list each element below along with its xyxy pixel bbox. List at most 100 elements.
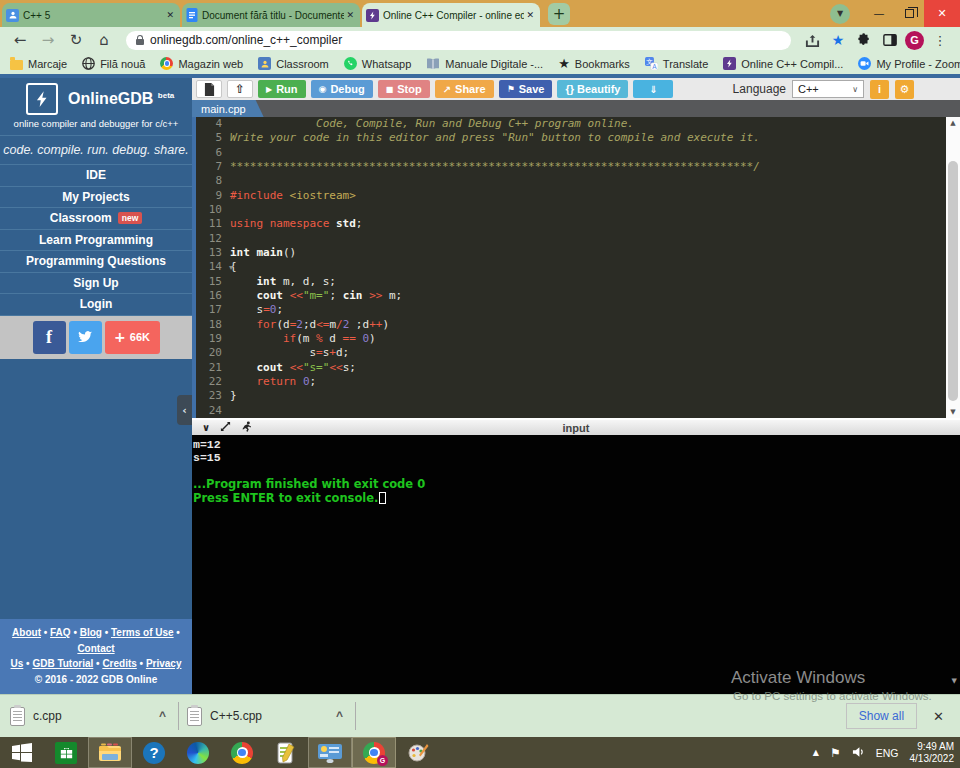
beautify-button[interactable]: {} Beautify bbox=[557, 80, 628, 98]
stop-button[interactable]: ■Stop bbox=[378, 80, 430, 98]
code-line: 13int main() bbox=[196, 246, 960, 260]
bookmark-item[interactable]: Marcaje bbox=[10, 58, 67, 70]
volume-icon[interactable] bbox=[852, 744, 865, 762]
footer-link[interactable]: Terms of Use bbox=[111, 627, 174, 638]
tab-close-icon[interactable]: ✕ bbox=[164, 10, 176, 20]
bookmark-item[interactable]: Whatsapp bbox=[344, 57, 412, 70]
download-item[interactable]: c.cpp ^ bbox=[10, 707, 170, 726]
upload-button[interactable]: ⇧ bbox=[227, 80, 253, 98]
close-button[interactable]: ✕ bbox=[924, 0, 960, 27]
profile-chevron-icon[interactable]: ▼ bbox=[830, 4, 850, 24]
help-icon[interactable]: ? bbox=[132, 737, 176, 768]
footer-link[interactable]: FAQ bbox=[50, 627, 71, 638]
footer-link[interactable]: About bbox=[12, 627, 41, 638]
footer-link[interactable]: Blog bbox=[80, 627, 102, 638]
console-scroll-down-icon[interactable]: ▼ bbox=[952, 675, 957, 688]
footer-link[interactable]: GDB Tutorial bbox=[32, 658, 93, 669]
bookmark-item[interactable]: My Profile - Zoom bbox=[858, 57, 960, 70]
sidebar-collapse-handle[interactable]: ‹ bbox=[177, 395, 192, 425]
notepadpp-icon[interactable] bbox=[264, 737, 308, 768]
language-select[interactable]: C++∨ bbox=[792, 80, 864, 98]
browser-tab[interactable]: Online C++ Compiler - online ed✕ bbox=[362, 3, 540, 27]
share-icon[interactable] bbox=[801, 29, 823, 51]
display-settings-icon[interactable] bbox=[308, 737, 352, 768]
sidebar-item-programming-questions[interactable]: Programming Questions bbox=[0, 251, 192, 273]
chrome-icon[interactable] bbox=[220, 737, 264, 768]
footer-link[interactable]: Contact bbox=[77, 643, 114, 654]
download-button[interactable]: ⇓ bbox=[633, 80, 673, 98]
share-button[interactable]: ↗Share bbox=[435, 80, 494, 98]
tab-close-icon[interactable]: ✕ bbox=[344, 10, 356, 20]
download-item[interactable]: C++5.cpp^ bbox=[187, 707, 347, 726]
language-indicator[interactable]: ENG bbox=[876, 747, 899, 759]
sidebar-item-ide[interactable]: IDE bbox=[0, 165, 192, 187]
debug-button[interactable]: ◉Debug bbox=[311, 80, 373, 98]
fold-arrow-icon[interactable]: ▾ bbox=[229, 261, 233, 275]
file-explorer-icon[interactable] bbox=[88, 737, 132, 768]
bookmark-item[interactable]: Filă nouă bbox=[82, 57, 145, 70]
sidebar-item-sign-up[interactable]: Sign Up bbox=[0, 273, 192, 295]
tray-chevron-icon[interactable]: ▲ bbox=[813, 748, 819, 757]
downloads-close-icon[interactable]: ✕ bbox=[933, 709, 944, 724]
tab-close-icon[interactable]: ✕ bbox=[524, 10, 536, 20]
side-panel-icon[interactable] bbox=[879, 29, 901, 51]
bookmark-item[interactable]: Classroom bbox=[258, 57, 329, 70]
home-button[interactable]: ⌂ bbox=[92, 29, 116, 51]
logo[interactable]: OnlineGDB beta bbox=[0, 78, 192, 117]
browser-tab[interactable]: Document fără titlu - Documente✕ bbox=[182, 3, 360, 27]
scroll-down-icon[interactable]: ▼ bbox=[946, 408, 960, 416]
new-tab-button[interactable]: + bbox=[548, 3, 570, 25]
bookmark-item[interactable]: Magazin web bbox=[160, 57, 243, 70]
save-button[interactable]: ⚑Save bbox=[499, 80, 553, 98]
show-all-button[interactable]: Show all bbox=[846, 703, 917, 729]
forward-button[interactable]: → bbox=[36, 29, 60, 51]
browser-tab[interactable]: C++ 5✕ bbox=[2, 3, 180, 27]
menu-dots-icon[interactable]: ⋮ bbox=[928, 29, 952, 51]
bookmark-item[interactable]: Manuale Digitale -... bbox=[426, 58, 543, 70]
clock[interactable]: 9:49 AM4/13/2022 bbox=[910, 741, 955, 765]
back-button[interactable]: ← bbox=[8, 29, 32, 51]
footer-link[interactable]: Us bbox=[11, 658, 24, 669]
chrome-profile-icon[interactable]: G bbox=[352, 737, 396, 768]
address-bar[interactable]: onlinegdb.com/online_c++_compiler bbox=[126, 31, 791, 50]
code-line: 12 bbox=[196, 232, 960, 246]
download-menu-chevron[interactable]: ^ bbox=[336, 709, 343, 723]
sidebar-item-my-projects[interactable]: My Projects bbox=[0, 187, 192, 209]
settings-gear-button[interactable]: ⚙ bbox=[895, 80, 914, 99]
reload-button[interactable]: ↻ bbox=[64, 29, 88, 51]
editor-scrollbar[interactable]: ▲ ▼ bbox=[946, 117, 960, 418]
sidebar-item-learn-programming[interactable]: Learn Programming bbox=[0, 230, 192, 252]
flag-icon[interactable]: ⚑ bbox=[830, 746, 841, 760]
twitter-button[interactable] bbox=[69, 321, 102, 354]
facebook-button[interactable]: f bbox=[33, 321, 66, 354]
paint-icon[interactable] bbox=[396, 737, 440, 768]
minimize-button[interactable]: — bbox=[864, 0, 894, 27]
code-editor[interactable]: 4 Code, Compile, Run and Debug C++ progr… bbox=[192, 117, 960, 418]
bookmark-item[interactable]: 文ATranslate bbox=[645, 57, 708, 70]
maximize-button[interactable] bbox=[894, 0, 924, 27]
avatar[interactable]: G bbox=[905, 31, 924, 50]
download-filename: c.cpp bbox=[33, 709, 151, 723]
new-file-button[interactable] bbox=[196, 80, 222, 98]
sidebar-item-classroom[interactable]: Classroomnew bbox=[0, 208, 192, 230]
scroll-up-icon[interactable]: ▲ bbox=[946, 119, 960, 127]
share-count-button[interactable]: +66K bbox=[105, 321, 160, 354]
windows-start-icon[interactable] bbox=[0, 737, 44, 768]
line-number: 8 bbox=[196, 174, 226, 188]
bookmark-item[interactable]: ★Bookmarks bbox=[558, 57, 630, 70]
footer-link[interactable]: Credits bbox=[102, 658, 136, 669]
extensions-icon[interactable] bbox=[853, 29, 875, 51]
download-menu-chevron[interactable]: ^ bbox=[159, 709, 166, 723]
scrollbar-thumb[interactable] bbox=[948, 161, 958, 401]
footer-link[interactable]: Privacy bbox=[146, 658, 182, 669]
run-button[interactable]: ▶Run bbox=[258, 80, 306, 98]
sidebar-item-login[interactable]: Login bbox=[0, 294, 192, 316]
console-output[interactable]: m=12s=15 ...Program finished with exit c… bbox=[192, 435, 960, 694]
whatsapp-icon bbox=[344, 57, 357, 70]
bookmark-star-icon[interactable]: ★ bbox=[827, 29, 849, 51]
file-tab-main-cpp[interactable]: main.cpp bbox=[192, 100, 264, 117]
edge-icon[interactable] bbox=[176, 737, 220, 768]
info-button[interactable]: i bbox=[870, 80, 889, 99]
bookmark-item[interactable]: Online C++ Compil... bbox=[723, 57, 843, 70]
ms-store-icon[interactable] bbox=[44, 737, 88, 768]
